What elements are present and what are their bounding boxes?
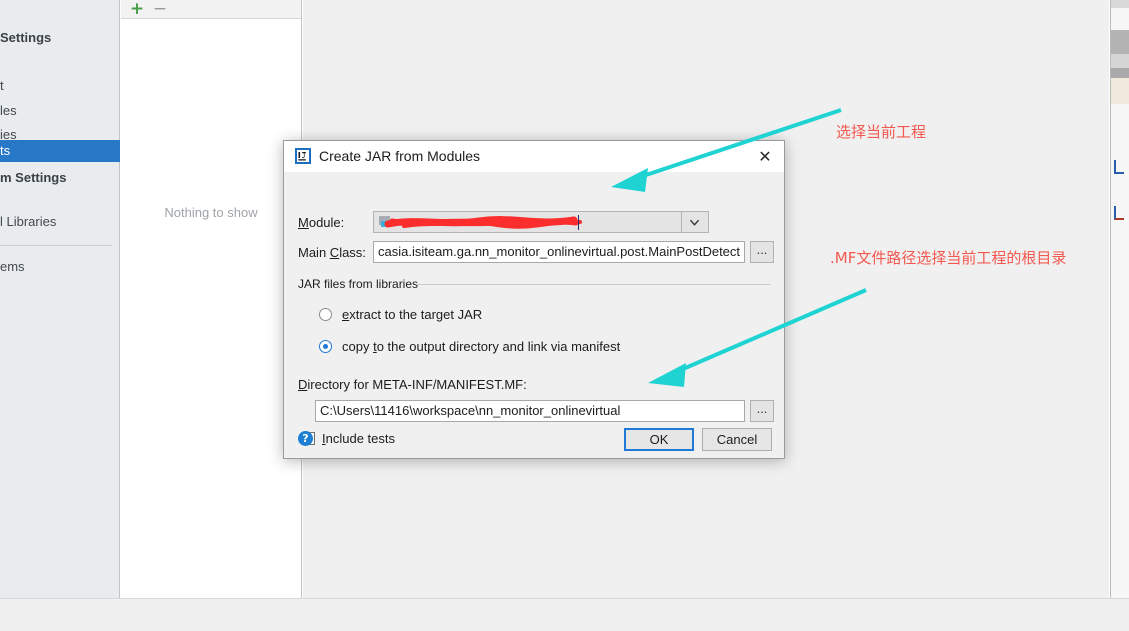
dialog-cancel-button[interactable]: Cancel xyxy=(702,428,772,451)
project-structure-button-bar: http://blog.csdn.net/superman_xxx OK Can… xyxy=(0,598,1129,631)
intellij-idea-icon xyxy=(295,148,311,164)
sidebar-item-project-settings[interactable]: Settings xyxy=(0,27,120,49)
dialog-title-bar: Create JAR from Modules ✕ xyxy=(284,141,784,172)
main-class-browse-button[interactable]: ... xyxy=(750,241,774,263)
sidebar-item-project[interactable]: t xyxy=(0,75,120,97)
create-jar-from-modules-dialog: Create JAR from Modules ✕ Module: Main C… xyxy=(283,140,785,459)
sliver-segment xyxy=(1111,8,1129,30)
dialog-title: Create JAR from Modules xyxy=(319,148,481,164)
background-window-sliver xyxy=(1110,0,1129,598)
sidebar-item-problems[interactable]: ems xyxy=(0,256,120,278)
help-icon[interactable]: ? xyxy=(298,431,313,446)
sidebar-item-label: t xyxy=(0,78,4,93)
sliver-segment xyxy=(1111,0,1129,8)
main-class-label: Main Class: xyxy=(298,245,366,260)
sidebar-item-label: Settings xyxy=(0,30,52,45)
sidebar-item-label: m Settings xyxy=(0,170,67,185)
radio-extract-label: extract to the target JAR xyxy=(342,307,483,322)
close-icon[interactable]: ✕ xyxy=(746,141,784,172)
include-tests-label: Include tests xyxy=(322,431,395,446)
sidebar-item-label: les xyxy=(0,103,17,118)
sidebar-item-global-libraries[interactable]: l Libraries xyxy=(0,211,120,233)
manifest-directory-input[interactable]: C:\Users\11416\workspace\nn_monitor_onli… xyxy=(315,400,745,422)
chevron-down-icon[interactable] xyxy=(682,211,709,233)
module-combobox[interactable] xyxy=(373,211,682,233)
dialog-ok-button[interactable]: OK xyxy=(624,428,694,451)
sidebar-divider xyxy=(0,245,112,246)
chevron-down-glyph xyxy=(689,219,700,226)
sliver-bracket-icon xyxy=(1114,206,1124,220)
sidebar-item-label: ems xyxy=(0,259,25,274)
module-icon xyxy=(379,216,390,227)
sliver-segment xyxy=(1111,54,1129,68)
sidebar-item-platform-settings[interactable]: m Settings xyxy=(0,167,120,189)
sidebar-item-artifacts[interactable]: ts xyxy=(0,140,120,162)
sidebar-item-modules[interactable]: les xyxy=(0,100,120,122)
sliver-segment xyxy=(1111,104,1129,598)
project-structure-sidebar: Settings t les ies ts m Settings l Libra… xyxy=(0,0,120,598)
jar-files-group-label: JAR files from libraries xyxy=(298,277,419,291)
sliver-segment xyxy=(1111,68,1129,78)
screenshot-root: Settings t les ies ts m Settings l Libra… xyxy=(0,0,1129,631)
module-label: Module: xyxy=(298,215,345,230)
empty-state-text: Nothing to show xyxy=(164,205,258,220)
sliver-segment xyxy=(1111,30,1129,54)
group-separator xyxy=(416,284,770,285)
dialog-body: Module: Main Class: casia.isiteam.ga.nn_… xyxy=(284,172,784,458)
plus-icon[interactable]: + xyxy=(129,0,145,19)
manifest-directory-label: Directory for META-INF/MANIFEST.MF: xyxy=(298,377,527,392)
module-label-rest: odule: xyxy=(308,215,345,230)
artifacts-list-panel: + − Nothing to show xyxy=(121,0,302,598)
annotation-manifest-path-note: .MF文件路径选择当前工程的根目录 xyxy=(830,249,1067,267)
redacted-module-name-scribble xyxy=(384,216,582,229)
radio-copy-to-output-directory[interactable] xyxy=(319,340,332,353)
annotation-select-current-project: 选择当前工程 xyxy=(836,123,927,141)
radio-extract-to-target-jar[interactable] xyxy=(319,308,332,321)
manifest-directory-browse-button[interactable]: ... xyxy=(750,400,774,422)
sidebar-item-label: l Libraries xyxy=(0,214,57,229)
minus-icon[interactable]: − xyxy=(152,0,168,19)
sliver-segment xyxy=(1111,78,1129,104)
sliver-bracket-icon xyxy=(1114,160,1124,174)
artifacts-toolbar: + − xyxy=(121,0,301,19)
radio-copy-label: copy to the output directory and link vi… xyxy=(342,339,621,354)
text-caret xyxy=(578,215,579,230)
sidebar-item-label: ts xyxy=(0,143,11,158)
main-class-input[interactable]: casia.isiteam.ga.nn_monitor_onlinevirtua… xyxy=(373,241,745,263)
